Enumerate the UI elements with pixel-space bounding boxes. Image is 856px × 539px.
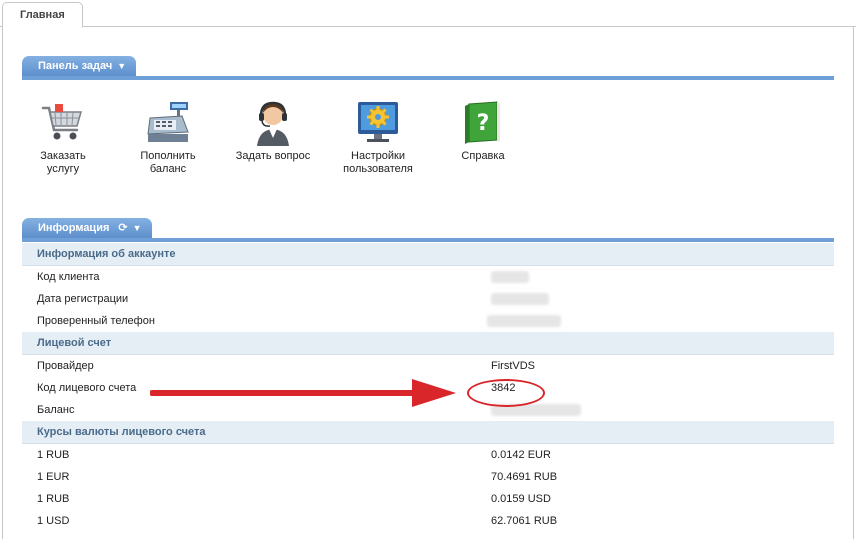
rate-to: 62.7061 RUB [491, 515, 558, 527]
redacted-value [487, 310, 561, 332]
row-label: Дата регистрации [37, 293, 129, 305]
top-tab-bar: Главная [0, 0, 856, 28]
task-label: Пополнить [140, 150, 196, 162]
refresh-icon[interactable]: ⟳ [118, 218, 127, 238]
info-panel-tab[interactable]: Информация ⟳ ▼ [22, 218, 152, 238]
rate-to: 70.4691 RUB [491, 471, 558, 483]
table-row: 1 EUR 70.4691 RUB [22, 466, 834, 488]
task-top-up-balance[interactable]: Пополнить баланс [125, 98, 211, 176]
section-personal-account: Лицевой счет [22, 332, 834, 355]
table-row: Код клиента [22, 266, 834, 288]
row-label: Провайдер [37, 360, 94, 372]
task-label: пользователя [343, 163, 413, 175]
task-label: Настройки [351, 150, 405, 162]
row-label: Баланс [37, 404, 75, 416]
info-panel-header: Информация ⟳ ▼ [22, 218, 834, 242]
task-ask-question[interactable]: Задать вопрос [230, 98, 316, 163]
section-exchange-rates: Курсы валюты лицевого счета [22, 421, 834, 444]
redacted-value [491, 288, 549, 310]
rate-to: 0.0142 EUR [491, 449, 551, 461]
shopping-cart-icon [41, 104, 82, 140]
task-label: Задать вопрос [235, 150, 311, 162]
task-order-service[interactable]: Заказать услугу [20, 98, 106, 176]
task-label: Заказать [40, 150, 86, 162]
rate-from: 1 RUB [37, 449, 70, 461]
chevron-down-icon[interactable]: ▼ [117, 56, 126, 76]
rate-from: 1 EUR [37, 471, 70, 483]
task-label: услугу [46, 163, 80, 175]
taskbar-panel-header: Панель задач ▼ [22, 56, 834, 80]
svg-text:?: ? [477, 111, 490, 136]
rate-from: 1 RUB [37, 493, 70, 505]
annotation-arrow [150, 379, 456, 407]
table-row: Дата регистрации [22, 288, 834, 310]
section-account-info: Информация об аккаунте [22, 243, 834, 266]
task-user-settings[interactable]: Настройки пользователя [335, 98, 421, 176]
table-row: 1 USD 62.7061 RUB [22, 510, 834, 532]
provider-value: FirstVDS [491, 360, 535, 372]
table-row: 1 RUB 0.0142 EUR [22, 444, 834, 466]
rate-to: 0.0159 USD [491, 493, 551, 505]
task-help[interactable]: ? Справка [440, 98, 526, 163]
table-row: 1 RUB 0.0159 USD [22, 488, 834, 510]
cash-register-icon [147, 102, 189, 142]
taskbar-panel-tab[interactable]: Панель задач ▼ [22, 56, 137, 76]
row-label: Проверенный телефон [37, 315, 155, 327]
settings-monitor-icon [358, 102, 398, 142]
row-label: Код клиента [37, 271, 100, 283]
task-label: баланс [149, 163, 187, 175]
table-row: Проверенный телефон [22, 310, 834, 332]
tab-main[interactable]: Главная [2, 2, 83, 28]
row-label: Код лицевого счета [37, 382, 137, 394]
support-operator-icon [257, 101, 289, 146]
table-row: Провайдер FirstVDS [22, 355, 834, 377]
redacted-value [491, 266, 529, 288]
chevron-down-icon[interactable]: ▼ [133, 218, 142, 238]
rate-from: 1 USD [37, 515, 70, 527]
info-panel-title: Информация [38, 222, 110, 234]
annotation-ellipse [467, 379, 545, 407]
task-label: Справка [461, 150, 505, 162]
help-book-icon: ? [465, 101, 500, 144]
taskbar-panel-title: Панель задач [38, 60, 113, 72]
